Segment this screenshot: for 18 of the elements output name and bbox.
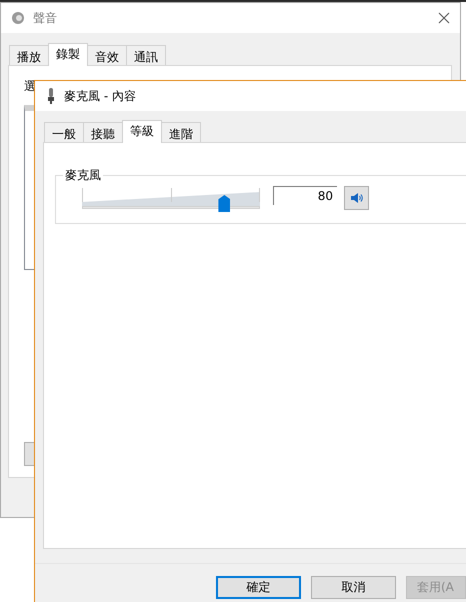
tab[interactable]: 播放 xyxy=(9,45,49,65)
tab[interactable]: 通訊 xyxy=(126,45,166,65)
window-title: 麥克風 - 內容 xyxy=(64,88,136,104)
close-icon[interactable] xyxy=(438,12,450,24)
tab[interactable]: 錄製 xyxy=(48,43,88,66)
tab[interactable]: 一般 xyxy=(44,122,84,142)
tab[interactable]: 等級 xyxy=(122,120,162,143)
microphone-icon xyxy=(47,88,55,104)
dialog-button[interactable]: 取消 xyxy=(311,576,396,599)
volume-slider[interactable] xyxy=(82,186,260,210)
tab[interactable]: 音效 xyxy=(87,45,127,65)
tab[interactable]: 接聽 xyxy=(83,122,123,142)
instruction-text: 選 xyxy=(24,78,37,95)
mute-button[interactable] xyxy=(344,186,369,210)
window-title: 聲音 xyxy=(33,10,57,26)
tab[interactable]: 進階 xyxy=(161,122,201,142)
dialog-button[interactable]: 確定 xyxy=(216,576,301,599)
level-field[interactable]: 80 xyxy=(273,186,337,205)
